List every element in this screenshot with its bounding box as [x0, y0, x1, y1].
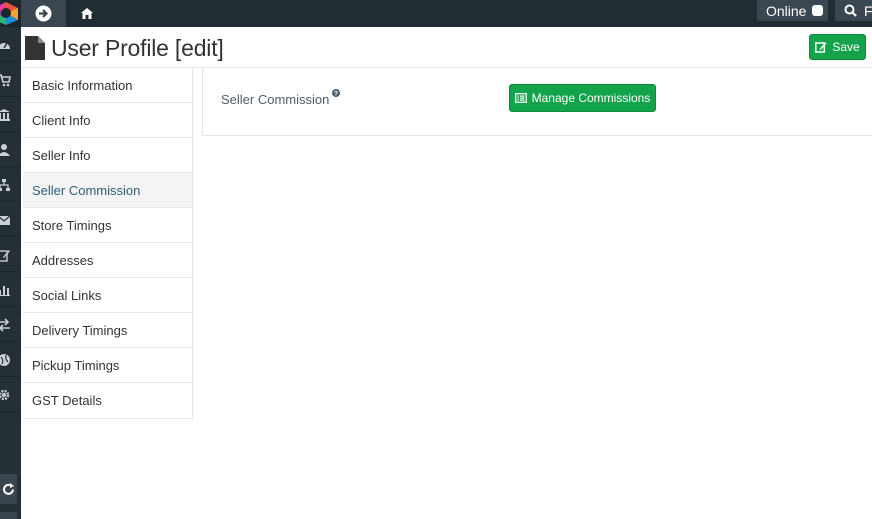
bank-icon[interactable] [0, 98, 21, 132]
users-icon[interactable] [0, 133, 21, 167]
file-icon [25, 36, 45, 60]
shopping-cart-icon[interactable] [0, 63, 21, 97]
nav-item-delivery-timings[interactable]: Delivery Timings [23, 313, 192, 348]
seller-commission-panel: Seller Commission ? Manage Commissions [202, 68, 872, 136]
page-title: User Profile [edit] [51, 34, 224, 61]
rail-bottom-button[interactable] [0, 512, 17, 519]
nav-item-store-timings[interactable]: Store Timings [23, 208, 192, 243]
nav-item-label: Client Info [32, 112, 91, 128]
edit-icon[interactable] [0, 238, 21, 272]
manage-commissions-button[interactable]: Manage Commissions [509, 84, 656, 112]
envelope-icon[interactable] [0, 203, 21, 237]
home-button[interactable] [76, 0, 98, 27]
nav-item-seller-commission[interactable]: Seller Commission [23, 173, 192, 208]
nav-item-label: Seller Commission [32, 182, 141, 198]
gear-icon[interactable] [0, 378, 21, 412]
home-icon [81, 8, 93, 19]
nav-item-client-info[interactable]: Client Info [23, 103, 192, 138]
search-label: F [864, 2, 872, 19]
list-alt-icon [514, 93, 527, 103]
save-button-label: Save [832, 40, 860, 54]
exchange-icon[interactable] [0, 308, 21, 342]
nav-item-label: Social Links [32, 287, 102, 303]
nav-item-gst-details[interactable]: GST Details [23, 383, 192, 418]
sitemap-icon[interactable] [0, 168, 21, 202]
nav-item-label: Addresses [32, 252, 94, 268]
seller-commission-field: Seller Commission ? [221, 89, 341, 107]
nav-item-basic-information[interactable]: Basic Information [23, 68, 192, 103]
nav-item-social-links[interactable]: Social Links [23, 278, 192, 313]
manage-commissions-label: Manage Commissions [531, 91, 651, 105]
arrow-circle-right-icon [35, 5, 52, 22]
nav-item-label: Delivery Timings [32, 322, 128, 338]
profile-section-nav: Basic Information Client Info Seller Inf… [23, 68, 193, 419]
page-header: User Profile [edit] [25, 33, 224, 63]
nav-item-pickup-timings[interactable]: Pickup Timings [23, 348, 192, 383]
edit-icon [815, 42, 827, 53]
nav-item-label: GST Details [32, 393, 102, 408]
dashboard-icon[interactable] [0, 28, 21, 62]
left-icon-rail [0, 0, 21, 519]
top-bar: Online F [21, 0, 872, 27]
online-toggle[interactable]: Online [757, 0, 828, 21]
search-icon [844, 4, 857, 17]
bar-chart-icon[interactable] [0, 273, 21, 307]
brand-logo[interactable] [0, 0, 21, 27]
back-button[interactable] [21, 0, 66, 27]
save-button[interactable]: Save [809, 34, 866, 60]
question-circle-icon[interactable]: ? [332, 89, 341, 97]
nav-item-label: Store Timings [32, 217, 112, 233]
nav-item-label: Seller Info [32, 147, 91, 163]
seller-commission-label: Seller Commission [221, 92, 330, 107]
refresh-icon [3, 482, 14, 495]
search-button[interactable]: F [835, 0, 872, 21]
nav-item-label: Pickup Timings [32, 357, 120, 373]
online-switch-icon [812, 5, 824, 16]
nav-item-seller-info[interactable]: Seller Info [23, 138, 192, 173]
globe-icon[interactable] [0, 343, 21, 377]
nav-item-label: Basic Information [32, 77, 133, 93]
help-mark: ? [334, 90, 338, 97]
nav-item-addresses[interactable]: Addresses [23, 243, 192, 278]
refresh-button[interactable] [0, 474, 17, 504]
online-label: Online [766, 2, 807, 19]
